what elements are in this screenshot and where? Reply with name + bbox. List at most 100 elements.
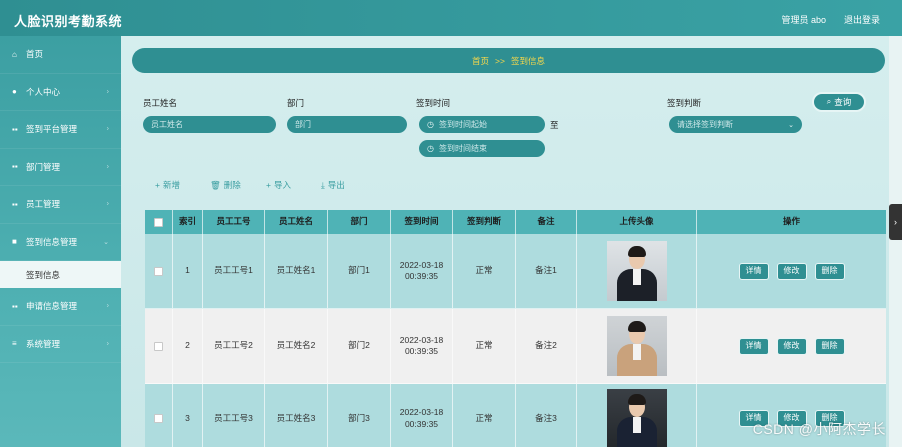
cell-ops: 详情 修改 删除 bbox=[697, 309, 886, 384]
row-delete-button[interactable]: 删除 bbox=[814, 337, 845, 355]
row-checkbox[interactable] bbox=[154, 341, 163, 351]
row-checkbox[interactable] bbox=[154, 266, 163, 276]
edit-button[interactable]: 修改 bbox=[776, 337, 807, 355]
grid-icon: ▪▪ bbox=[12, 124, 18, 134]
cell-clock: 00:39:35 bbox=[404, 271, 439, 281]
main-content: 首页 >> 签到信息 员工姓名 员工姓名 部门 部门 签到时间 ◷ 签到时间起始… bbox=[121, 36, 889, 447]
grid-icon: ▪▪ bbox=[12, 199, 18, 209]
import-label: 导入 bbox=[273, 180, 291, 190]
avatar-shirt bbox=[632, 269, 641, 285]
sidebar-item-employee[interactable]: ▪▪ 员工管理 › bbox=[0, 186, 121, 224]
edit-button[interactable]: 修改 bbox=[776, 262, 807, 280]
export-label: 导出 bbox=[327, 180, 345, 190]
dept-filter-placeholder: 部门 bbox=[295, 120, 311, 129]
column-header: 员工姓名 bbox=[265, 210, 328, 234]
avatar-photo[interactable] bbox=[606, 388, 667, 447]
name-filter-input[interactable]: 员工姓名 bbox=[143, 116, 276, 133]
cell-index: 2 bbox=[173, 309, 203, 384]
sidebar-item-label: 签到信息 bbox=[26, 269, 61, 280]
time-start-input[interactable]: ◷ 签到时间起始 bbox=[419, 116, 545, 133]
user-icon: ● bbox=[12, 87, 17, 97]
chevron-down-icon: ⌄ bbox=[788, 121, 794, 129]
header-select-all[interactable] bbox=[145, 210, 173, 234]
time-end-input[interactable]: ◷ 签到时间结束 bbox=[419, 140, 545, 157]
column-header: 索引 bbox=[173, 210, 203, 234]
search-icon: ⌕ bbox=[826, 97, 832, 106]
row-select[interactable] bbox=[145, 384, 173, 447]
cell-judge: 正常 bbox=[453, 384, 516, 447]
sidebar-item-checkin-platform[interactable]: ▪▪ 签到平台管理 › bbox=[0, 111, 121, 149]
judge-filter-placeholder: 请选择签到判断 bbox=[677, 120, 733, 129]
column-header: 签到时间 bbox=[391, 210, 453, 234]
cell-dept: 部门2 bbox=[328, 309, 391, 384]
export-button[interactable]: ⤓ 导出 bbox=[321, 179, 345, 191]
avatar-hair bbox=[627, 246, 646, 257]
chevron-right-icon: › bbox=[106, 88, 109, 96]
cell-time: 2022-03-18 00:39:35 bbox=[391, 384, 453, 447]
row-checkbox[interactable] bbox=[154, 414, 163, 423]
logout-link[interactable]: 退出登录 bbox=[844, 13, 880, 26]
sidebar-item-label: 员工管理 bbox=[26, 199, 61, 210]
column-header: 上传头像 bbox=[577, 210, 697, 234]
detail-button[interactable]: 详情 bbox=[738, 337, 769, 355]
avatar-hair bbox=[627, 321, 646, 332]
list-icon: ≡ bbox=[12, 339, 17, 349]
chevron-right-icon: › bbox=[106, 125, 109, 133]
row-delete-button[interactable]: 删除 bbox=[814, 262, 845, 280]
sidebar-item-checkin-info-mgmt[interactable]: ■ 签到信息管理 ⌄ bbox=[0, 224, 121, 261]
right-panel-strip bbox=[889, 36, 902, 447]
cell-ops: 详情 修改 删除 bbox=[697, 234, 886, 309]
row-select[interactable] bbox=[145, 309, 173, 384]
avatar-photo[interactable] bbox=[606, 241, 667, 301]
breadcrumb: 首页 >> 签到信息 bbox=[132, 48, 885, 73]
detail-button[interactable]: 详情 bbox=[738, 262, 769, 280]
sidebar-item-system[interactable]: ≡ 系统管理 › bbox=[0, 326, 121, 363]
clock-icon: ◷ bbox=[427, 120, 434, 129]
panel-toggle-button[interactable]: › bbox=[889, 204, 902, 240]
column-header: 操作 bbox=[782, 216, 800, 227]
cell-index: 1 bbox=[173, 234, 203, 309]
grid-icon: ▪▪ bbox=[12, 162, 18, 172]
breadcrumb-home[interactable]: 首页 bbox=[472, 55, 489, 67]
sidebar-item-home[interactable]: ⌂ 首页 bbox=[0, 36, 121, 74]
cell-avatar bbox=[577, 309, 697, 384]
sidebar-subitem-checkin-info[interactable]: 签到信息 bbox=[0, 261, 121, 288]
grid-icon: ▪▪ bbox=[12, 301, 18, 311]
chevron-right-icon: › bbox=[106, 163, 109, 171]
avatar-photo[interactable] bbox=[606, 316, 667, 376]
plus-icon: + bbox=[155, 180, 160, 190]
sidebar-item-department[interactable]: ▪▪ 部门管理 › bbox=[0, 149, 121, 186]
cell-emp-no: 员工工号2 bbox=[203, 309, 265, 384]
top-bar: 人脸识别考勤系统 管理员 abo 退出登录 bbox=[0, 0, 902, 36]
search-button[interactable]: ⌕ 查询 bbox=[812, 92, 866, 112]
time-end-placeholder: 签到时间结束 bbox=[438, 144, 487, 153]
select-all-checkbox[interactable] bbox=[154, 217, 163, 227]
cell-index: 3 bbox=[173, 384, 203, 447]
table-row: 1 员工工号1 员工姓名1 部门1 2022-03-18 00:39:35 正常 … bbox=[145, 234, 886, 309]
avatar-shirt bbox=[632, 344, 641, 360]
column-header: 员工工号 bbox=[203, 210, 265, 234]
add-button[interactable]: + 新增 bbox=[155, 179, 180, 191]
cell-date: 2022-03-18 bbox=[399, 259, 444, 270]
sidebar-item-label: 部门管理 bbox=[26, 161, 61, 172]
row-select[interactable] bbox=[145, 234, 173, 309]
cell-note: 备注3 bbox=[516, 384, 577, 447]
delete-button[interactable]: 🗑︎ 删除 bbox=[210, 179, 241, 191]
avatar-hair bbox=[627, 393, 646, 405]
sidebar-item-application[interactable]: ▪▪ 申请信息管理 › bbox=[0, 288, 121, 326]
import-button[interactable]: + 导入 bbox=[266, 179, 291, 191]
cell-avatar bbox=[577, 234, 697, 309]
dept-filter-input[interactable]: 部门 bbox=[287, 116, 407, 133]
cell-clock: 00:39:35 bbox=[404, 346, 439, 356]
chevron-right-icon: › bbox=[106, 302, 109, 310]
trash-icon: 🗑︎ bbox=[210, 180, 221, 190]
sidebar: ⌂ 首页 ● 个人中心 › ▪▪ 签到平台管理 › ▪▪ 部门管理 › ▪▪ 员… bbox=[0, 36, 121, 447]
cell-dept: 部门3 bbox=[328, 384, 391, 447]
time-filter-label: 签到时间 bbox=[416, 98, 451, 108]
download-icon: ⤓ bbox=[321, 180, 325, 190]
cell-note: 备注1 bbox=[516, 234, 577, 309]
sidebar-item-profile[interactable]: ● 个人中心 › bbox=[0, 74, 121, 111]
judge-filter-select[interactable]: 请选择签到判断 ⌄ bbox=[669, 116, 802, 133]
cell-date: 2022-03-18 bbox=[399, 334, 444, 345]
sidebar-item-label: 首页 bbox=[26, 49, 44, 60]
